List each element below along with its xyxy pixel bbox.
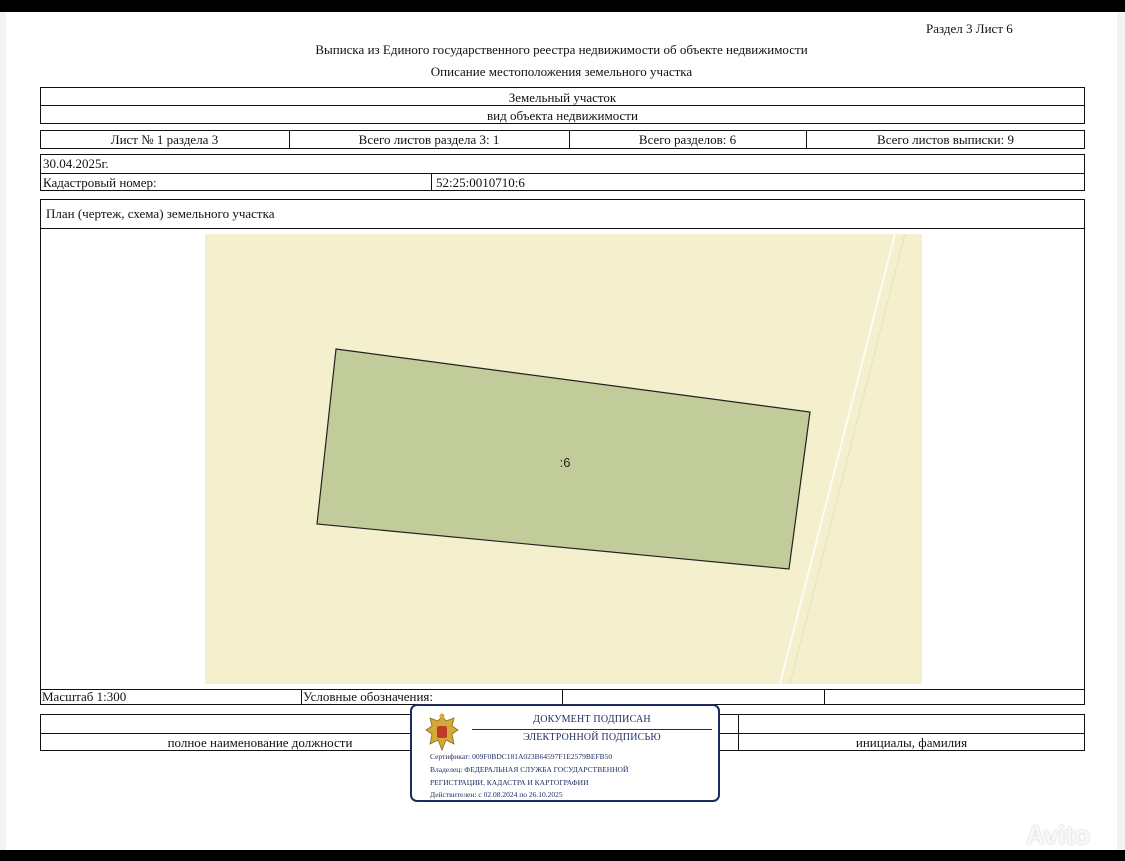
- cadastral-number: 52:25:0010710:6: [436, 175, 525, 190]
- parcel-label: :6: [560, 455, 571, 470]
- sheet-number: Лист № 1 раздела 3: [110, 132, 219, 147]
- object-type: Земельный участок: [508, 90, 617, 105]
- document-title: Выписка из Единого государственного реес…: [315, 42, 808, 57]
- document-subtitle: Описание местоположения земельного участ…: [430, 64, 693, 79]
- initials-caption: инициалы, фамилия: [855, 735, 968, 750]
- object-type-caption: вид объекта недвижимости: [487, 108, 638, 123]
- document-page: Раздел 3 Лист 6 Выписка из Единого госуд…: [6, 12, 1117, 850]
- cadastral-label: Кадастровый номер:: [43, 175, 157, 190]
- stamp-owner-1: Владелец: ФЕДЕРАЛЬНАЯ СЛУЖБА ГОСУДАРСТВЕ…: [430, 765, 629, 774]
- total-sheets-section: Всего листов раздела 3: 1: [358, 132, 500, 147]
- avito-watermark: Avito: [1026, 820, 1091, 850]
- stamp-line-1: ДОКУМЕНТ ПОДПИСАН: [533, 714, 651, 725]
- plan-title: План (чертеж, схема) земельного участка: [46, 206, 275, 221]
- object-type-divider: [40, 105, 1085, 106]
- total-sheets-extract: Всего листов выписки: 9: [877, 132, 1014, 147]
- legend-divider-2: [562, 689, 563, 705]
- map-scale: Масштаб 1:300: [42, 689, 127, 704]
- top-black-bar: [0, 0, 1125, 12]
- stamp-validity: Действителен: с 02.08.2024 по 26.10.2025: [430, 790, 563, 799]
- coat-of-arms-icon: [425, 713, 459, 752]
- stamp-owner-2: РЕГИСТРАЦИИ, КАДАСТРА И КАРТОГРАФИИ: [430, 778, 589, 787]
- parcel-plan-map: :6: [205, 234, 922, 684]
- cadastral-divider: [431, 173, 432, 191]
- extract-date: 30.04.2025г.: [43, 156, 109, 171]
- legend-label: Условные обозначения:: [303, 689, 434, 704]
- stamp-line-2: ЭЛЕКТРОННОЙ ПОДПИСЬЮ: [523, 732, 661, 743]
- electronic-signature-stamp: ДОКУМЕНТ ПОДПИСАН ЭЛЕКТРОННОЙ ПОДПИСЬЮ С…: [410, 704, 720, 802]
- stamp-certificate: Сертификат: 009F0BDC181A023B64597F1E2579…: [430, 752, 613, 761]
- plan-title-divider: [40, 228, 1085, 229]
- stamp-divider: [472, 729, 712, 730]
- legend-divider-3: [824, 689, 825, 705]
- section-sheet-label: Раздел 3 Лист 6: [926, 21, 1013, 36]
- total-sections: Всего разделов: 6: [638, 132, 737, 147]
- legend-divider-1: [301, 689, 302, 705]
- date-divider: [40, 173, 1085, 174]
- bottom-black-bar: [0, 850, 1125, 861]
